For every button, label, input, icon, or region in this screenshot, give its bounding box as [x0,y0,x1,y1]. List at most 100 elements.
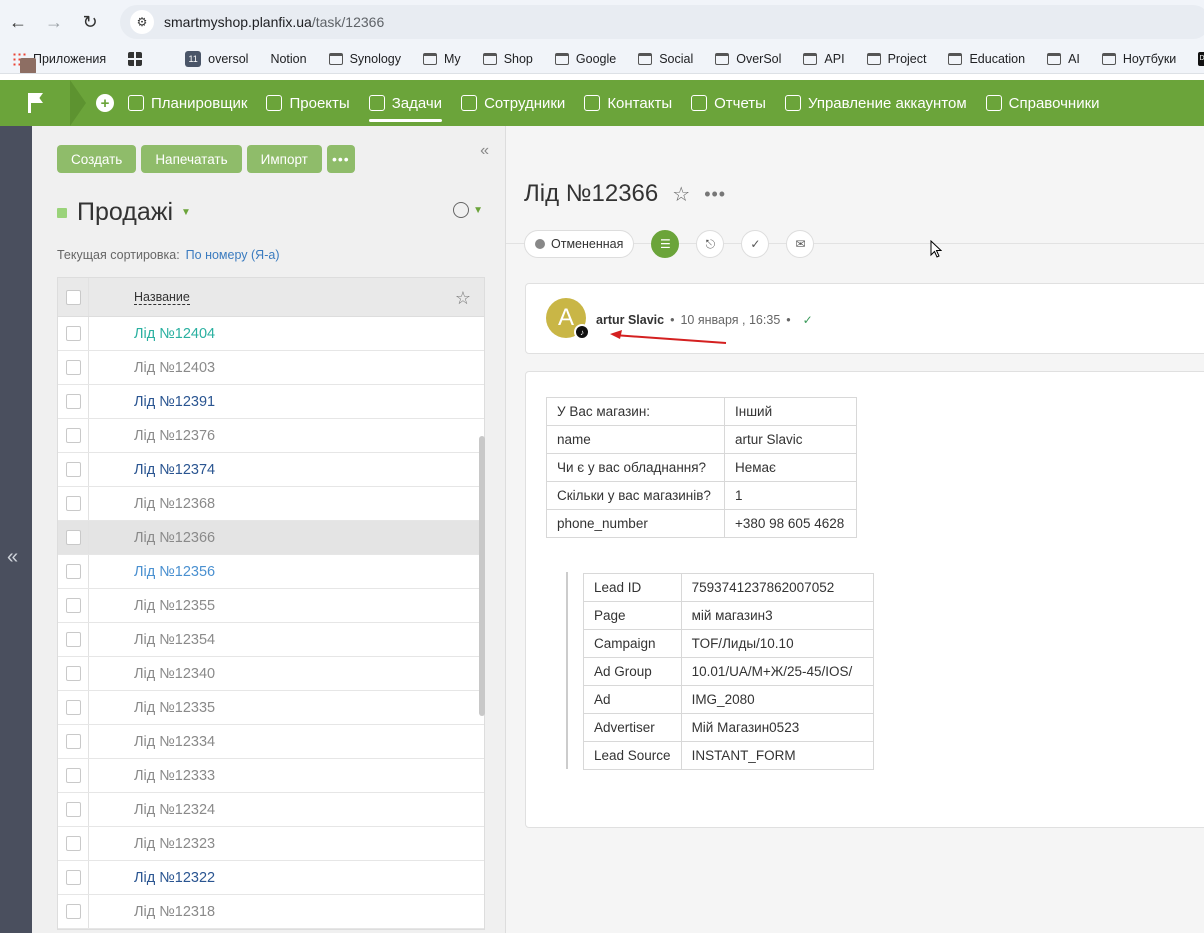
column-name-header[interactable]: Название [134,290,190,305]
select-all-checkbox[interactable] [65,289,81,305]
bookmark-item[interactable]: Social [638,52,693,66]
task-link[interactable]: Лід №12354 [134,632,215,648]
table-row[interactable]: Лід №12323 [58,827,484,861]
task-link[interactable]: Лід №12318 [134,904,215,920]
task-link[interactable]: Лід №12340 [134,666,215,682]
forward-icon[interactable]: → [36,4,72,40]
table-row[interactable]: Лід №12374 [58,453,484,487]
more-icon[interactable]: ••• [704,184,726,205]
table-row[interactable]: Лід №12355 [58,589,484,623]
bookmark-item[interactable]: Education [948,52,1025,66]
bookmark-item[interactable]: Notion [20,52,307,73]
star-icon[interactable]: ☆ [455,288,471,309]
task-link[interactable]: Лід №12335 [134,700,215,716]
bookmark-item[interactable]: DOUОби [1198,51,1204,66]
scrollbar[interactable] [479,436,485,716]
table-row[interactable]: Лід №12318 [58,895,484,929]
collapse-panel-icon[interactable]: « [480,142,489,160]
reload-icon[interactable]: ↻ [72,4,108,40]
import-button[interactable]: Импорт [246,145,322,173]
expand-panel-icon[interactable]: « [7,546,18,569]
task-link[interactable]: Лід №12323 [134,836,215,852]
nav-item[interactable]: Планировщик [128,80,247,126]
task-link[interactable]: Лід №12374 [134,462,215,478]
table-row[interactable]: Лід №12354 [58,623,484,657]
bookmark-item[interactable]: API [803,52,845,66]
bookmark-item[interactable]: OverSol [715,52,781,66]
back-icon[interactable]: ← [0,4,36,40]
comments-icon[interactable]: ✉ [786,230,815,258]
row-checkbox[interactable] [65,530,81,545]
nav-item[interactable]: Управление аккаунтом [784,80,967,126]
address-bar[interactable]: ⚙ smartmyshop.planfix.ua/task/12366 [120,5,1204,39]
task-link[interactable]: Лід №12368 [134,496,215,512]
site-settings-icon[interactable]: ⚙ [130,10,154,34]
task-link[interactable]: Лід №12334 [134,734,215,750]
checklist-icon[interactable]: ✓ [741,230,770,258]
table-row[interactable]: Лід №12324 [58,793,484,827]
row-checkbox[interactable] [65,598,81,613]
signpost-icon[interactable]: ⎋ [696,230,725,258]
task-link[interactable]: Лід №12322 [134,870,215,886]
nav-item[interactable]: Справочники [985,80,1100,126]
task-link[interactable]: Лід №12404 [134,326,215,342]
row-checkbox[interactable] [65,632,81,647]
bookmark-item[interactable]: Synology [328,52,401,66]
bookmark-item[interactable]: Shop [482,52,533,66]
row-checkbox[interactable] [65,394,81,409]
row-checkbox[interactable] [65,462,81,477]
table-row[interactable]: Лід №12391 [58,385,484,419]
table-row[interactable]: Лід №12334 [58,725,484,759]
task-link[interactable]: Лід №12376 [134,428,215,444]
table-row[interactable]: Лід №12403 [58,351,484,385]
filter-button[interactable]: ▼ [453,202,483,218]
logo-flag-icon[interactable] [0,80,72,126]
bookmark-item[interactable] [128,51,149,66]
row-checkbox[interactable] [65,802,81,817]
nav-item[interactable]: Отчеты [691,80,766,126]
bookmark-item[interactable]: 11 oversol [185,50,248,67]
task-link[interactable]: Лід №12391 [134,394,215,410]
project-selector[interactable]: Продажі ▼ [57,198,191,227]
row-checkbox[interactable] [65,666,81,681]
create-button[interactable]: Создать [57,145,137,173]
row-checkbox[interactable] [65,870,81,885]
row-checkbox[interactable] [65,496,81,511]
description-tab-icon[interactable]: ☰ [651,230,680,258]
nav-item[interactable]: Проекты [266,80,350,126]
row-checkbox[interactable] [65,734,81,749]
task-link[interactable]: Лід №12403 [134,360,215,376]
table-row[interactable]: Лід №12376 [58,419,484,453]
print-button[interactable]: Напечатать [141,145,242,173]
table-row[interactable]: Лід №12322 [58,861,484,895]
table-row[interactable]: Лід №12356 [58,555,484,589]
table-row[interactable]: Лід №12333 [58,759,484,793]
more-button[interactable]: ••• [326,145,355,173]
row-checkbox[interactable] [65,360,81,375]
task-link[interactable]: Лід №12366 [134,530,215,546]
nav-item[interactable]: Задачи [368,80,443,126]
task-link[interactable]: Лід №12355 [134,598,215,614]
row-checkbox[interactable] [65,326,81,341]
table-row[interactable]: Лід №12404 [58,317,484,351]
nav-item[interactable]: Сотрудники [461,80,565,126]
bookmark-item[interactable]: Ноутбуки [1101,52,1176,66]
row-checkbox[interactable] [65,700,81,715]
star-icon[interactable]: ☆ [672,182,690,207]
status-badge[interactable]: Отмененная [524,230,635,258]
table-row[interactable]: Лід №12340 [58,657,484,691]
bookmark-item[interactable]: Project [866,52,926,66]
bookmark-item[interactable]: AI [1047,52,1080,66]
nav-item[interactable]: Контакты [584,80,672,126]
task-link[interactable]: Лід №12324 [134,802,215,818]
table-row[interactable]: Лід №12335 [58,691,484,725]
bookmark-item[interactable]: Google [554,52,616,66]
avatar[interactable]: A ♪ [546,298,590,340]
comment-author[interactable]: artur Slavic [596,313,664,327]
row-checkbox[interactable] [65,428,81,443]
add-icon[interactable]: + [96,94,114,112]
task-link[interactable]: Лід №12333 [134,768,215,784]
task-link[interactable]: Лід №12356 [134,564,215,580]
table-row[interactable]: Лід №12366 [58,521,484,555]
row-checkbox[interactable] [65,768,81,783]
